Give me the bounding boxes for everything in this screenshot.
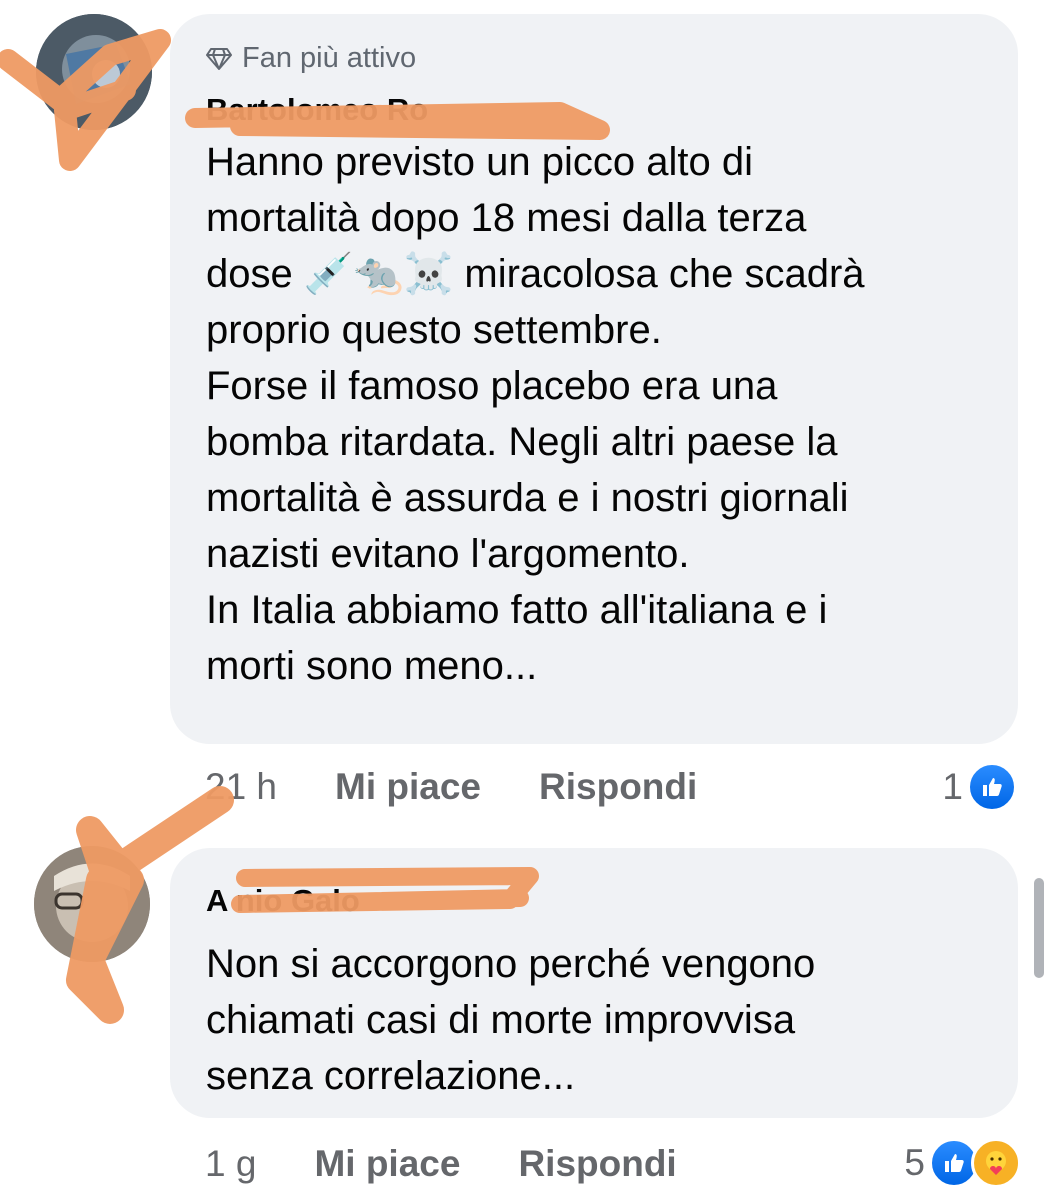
like-button[interactable]: Mi piace bbox=[314, 1143, 460, 1185]
comment-bubble: Fan più attivo Bartolomeo Ro Hanno previ… bbox=[170, 14, 1018, 744]
comment-line: Non si accorgono perché vengono bbox=[206, 942, 816, 986]
comment-line: In Italia abbiamo fatto all'italiana e i bbox=[206, 588, 828, 632]
comment-author[interactable]: Bartolomeo Ro bbox=[206, 92, 428, 120]
comment-line: mortalità dopo 18 mesi dalla terza bbox=[206, 196, 807, 240]
reply-button[interactable]: Rispondi bbox=[539, 766, 697, 808]
comment-line: chiamati casi di morte improvvisa bbox=[206, 998, 796, 1042]
avatar[interactable] bbox=[34, 846, 150, 962]
reaction-summary[interactable]: 5 bbox=[904, 1138, 1021, 1188]
reply-button[interactable]: Rispondi bbox=[518, 1143, 676, 1185]
like-icon bbox=[967, 762, 1017, 812]
comment-line: Forse il famoso placebo era una bbox=[206, 364, 778, 408]
care-icon bbox=[971, 1138, 1021, 1188]
avatar-image-icon bbox=[36, 14, 152, 130]
comment-text: Non si accorgono perché vengono chiamati… bbox=[206, 936, 978, 1104]
comment-actions: 1 g Mi piace Rispondi bbox=[205, 1143, 735, 1185]
comment-line: mortalità è assurda e i nostri giornali bbox=[206, 476, 849, 520]
top-fan-badge: Fan più attivo bbox=[206, 42, 416, 75]
comment-actions: 21 h Mi piace Rispondi bbox=[205, 766, 755, 808]
comment-author[interactable]: A nio Galo bbox=[206, 883, 360, 917]
comment-line: proprio questo settembre. bbox=[206, 308, 662, 352]
comment-timestamp[interactable]: 21 h bbox=[205, 766, 277, 808]
reaction-count: 1 bbox=[942, 766, 963, 807]
reaction-summary[interactable]: 1 bbox=[942, 762, 1017, 812]
comment-timestamp[interactable]: 1 g bbox=[205, 1143, 256, 1185]
reaction-count: 5 bbox=[904, 1142, 925, 1183]
avatar-image-icon bbox=[34, 846, 150, 962]
comment-bubble: A nio Galo Non si accorgono perché vengo… bbox=[170, 848, 1018, 1118]
avatar[interactable] bbox=[36, 14, 152, 130]
scrollbar[interactable] bbox=[1034, 878, 1044, 978]
comment-line: bomba ritardata. Negli altri paese la bbox=[206, 420, 838, 464]
badge-label: Fan più attivo bbox=[242, 42, 417, 74]
comment-line: nazisti evitano l'argomento. bbox=[206, 532, 690, 576]
comment-line: morti sono meno... bbox=[206, 644, 538, 688]
like-button[interactable]: Mi piace bbox=[335, 766, 481, 808]
comment-line: Hanno previsto un picco alto di bbox=[206, 140, 753, 184]
diamond-icon bbox=[206, 47, 232, 70]
comment-line: dose 💉🐀☠️ miracolosa che scadrà bbox=[206, 252, 865, 296]
comment-text: Hanno previsto un picco alto di mortalit… bbox=[206, 134, 978, 694]
comment-line: senza correlazione... bbox=[206, 1054, 576, 1098]
